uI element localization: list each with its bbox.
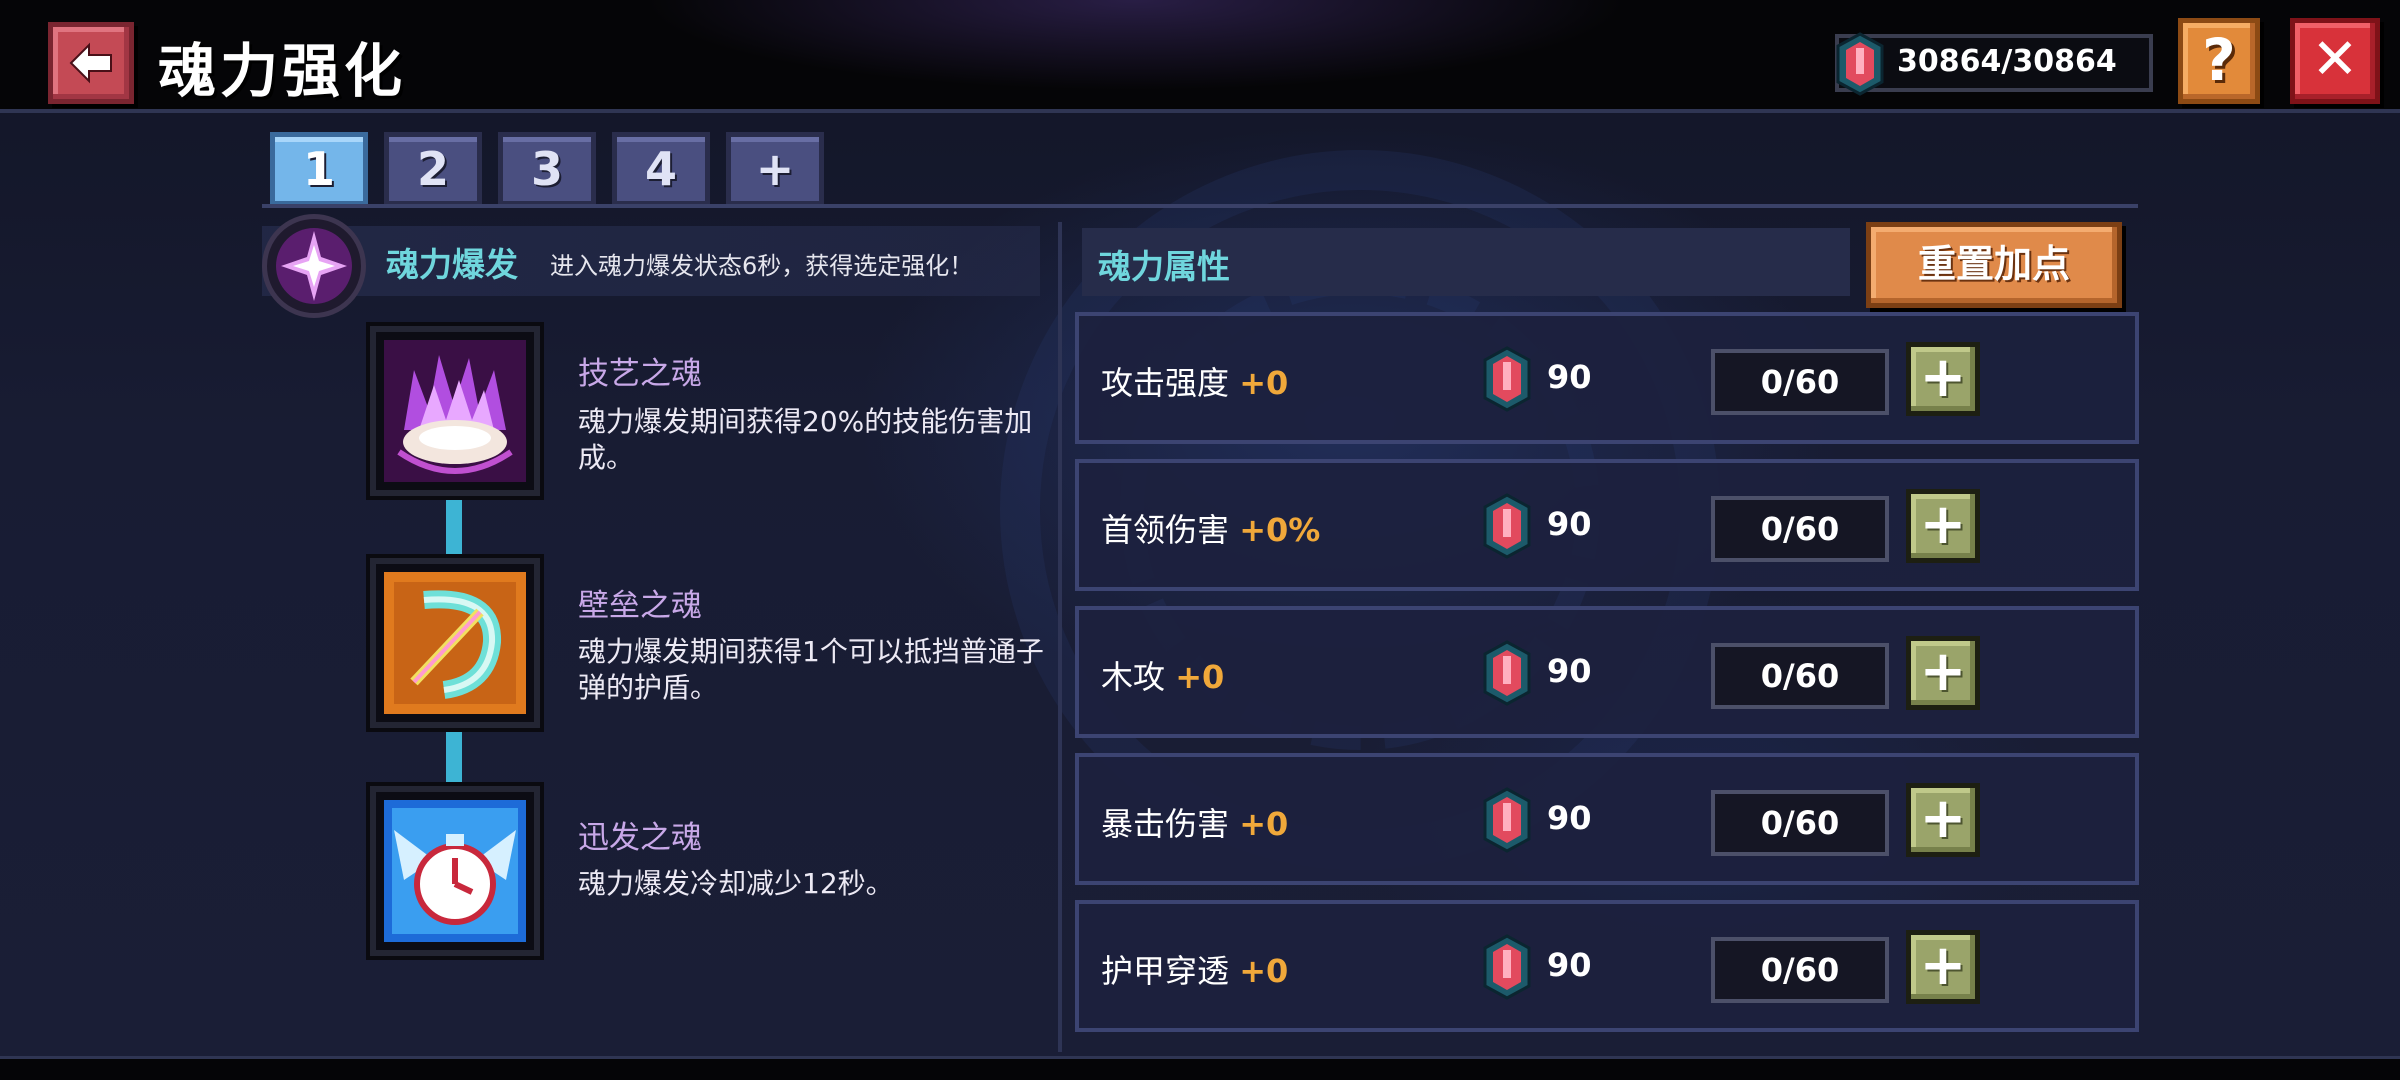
attribute-label: 暴击伤害 +0 <box>1101 805 1289 843</box>
attribute-bonus: +0 <box>1239 952 1289 990</box>
burst-description: 进入魂力爆发状态6秒，获得选定强化！ <box>550 252 974 280</box>
add-armor-pierce-button[interactable]: + <box>1906 930 1980 1004</box>
attributes-title: 魂力属性 <box>1098 247 1230 286</box>
tab-underline <box>262 204 2138 208</box>
node-connector <box>446 730 462 790</box>
soul-node-bulwark[interactable] <box>370 558 540 728</box>
soul-name: 技艺之魂 <box>578 356 702 392</box>
attribute-label: 木攻 +0 <box>1101 658 1225 696</box>
attribute-bonus: +0 <box>1239 805 1289 843</box>
burst-star-icon <box>276 228 352 304</box>
attribute-cost: 90 <box>1547 946 1592 984</box>
soul-crystal-icon <box>1483 493 1531 559</box>
attribute-cost: 90 <box>1547 799 1592 837</box>
attribute-level: 0/60 <box>1711 349 1889 415</box>
reset-points-button[interactable]: 重置加点 <box>1866 222 2122 308</box>
attribute-cost: 90 <box>1547 358 1592 396</box>
attribute-label: 攻击强度 +0 <box>1101 364 1289 402</box>
attribute-row-wood-attack: 木攻 +0 90 0/60 + <box>1075 606 2139 738</box>
soul-crystal-icon <box>1483 640 1531 706</box>
attribute-row-armor-pierce: 护甲穿透 +0 90 0/60 + <box>1075 900 2139 1032</box>
attribute-bonus: +0 <box>1239 364 1289 402</box>
attribute-bonus: +0 <box>1175 658 1225 696</box>
soul-description: 魂力爆发期间获得20%的技能伤害加成。 <box>578 405 1033 474</box>
node-connector <box>446 500 462 560</box>
flame-hand-icon <box>384 340 526 482</box>
soul-crystal-icon <box>1483 787 1531 853</box>
attribute-cost: 90 <box>1547 505 1592 543</box>
soul-node-swift[interactable] <box>370 786 540 956</box>
shield-sword-icon <box>384 572 526 714</box>
top-glow <box>470 0 1800 113</box>
soul-name: 迅发之魂 <box>578 820 702 856</box>
attribute-level: 0/60 <box>1711 496 1889 562</box>
soul-crystal-icon <box>1483 934 1531 1000</box>
attribute-label: 护甲穿透 +0 <box>1101 952 1289 990</box>
close-button[interactable]: ✕ <box>2290 18 2380 104</box>
add-crit-damage-button[interactable]: + <box>1906 783 1980 857</box>
attribute-label: 首领伤害 +0% <box>1101 511 1321 549</box>
attribute-level: 0/60 <box>1711 643 1889 709</box>
back-button[interactable] <box>48 22 134 104</box>
soul-crystal-icon <box>1836 32 1884 96</box>
tab-1[interactable]: 1 <box>270 132 368 206</box>
attribute-cost: 90 <box>1547 652 1592 690</box>
attribute-row-boss-damage: 首领伤害 +0% 90 0/60 + <box>1075 459 2139 591</box>
tab-add[interactable]: + <box>726 132 824 206</box>
tab-4[interactable]: 4 <box>612 132 710 206</box>
attribute-row-crit-damage: 暴击伤害 +0 90 0/60 + <box>1075 753 2139 885</box>
help-button[interactable]: ? <box>2178 18 2260 104</box>
arrow-left-icon <box>69 42 112 84</box>
add-boss-damage-button[interactable]: + <box>1906 489 1980 563</box>
bottom-bar <box>0 1056 2400 1080</box>
attribute-row-attack: 攻击强度 +0 90 0/60 + <box>1075 312 2139 444</box>
soul-description: 魂力爆发冷却减少12秒。 <box>578 867 894 900</box>
page-title: 魂力强化 <box>158 37 407 105</box>
attribute-bonus: +0% <box>1239 511 1321 549</box>
attribute-level: 0/60 <box>1711 937 1889 1003</box>
soul-crystal-icon <box>1483 346 1531 412</box>
tab-2[interactable]: 2 <box>384 132 482 206</box>
soul-currency-value: 30864/30864 <box>1897 44 2117 79</box>
burst-badge <box>262 214 366 318</box>
tab-3[interactable]: 3 <box>498 132 596 206</box>
soul-name: 壁垒之魂 <box>578 588 702 624</box>
attribute-level: 0/60 <box>1711 790 1889 856</box>
add-wood-attack-button[interactable]: + <box>1906 636 1980 710</box>
soul-description: 魂力爆发期间获得1个可以抵挡普通子弹的护盾。 <box>578 635 1044 704</box>
panel-divider <box>1058 222 1062 1052</box>
burst-title: 魂力爆发 <box>386 245 518 284</box>
add-attack-button[interactable]: + <box>1906 342 1980 416</box>
soul-node-skill[interactable] <box>370 326 540 496</box>
winged-clock-icon <box>384 800 526 942</box>
